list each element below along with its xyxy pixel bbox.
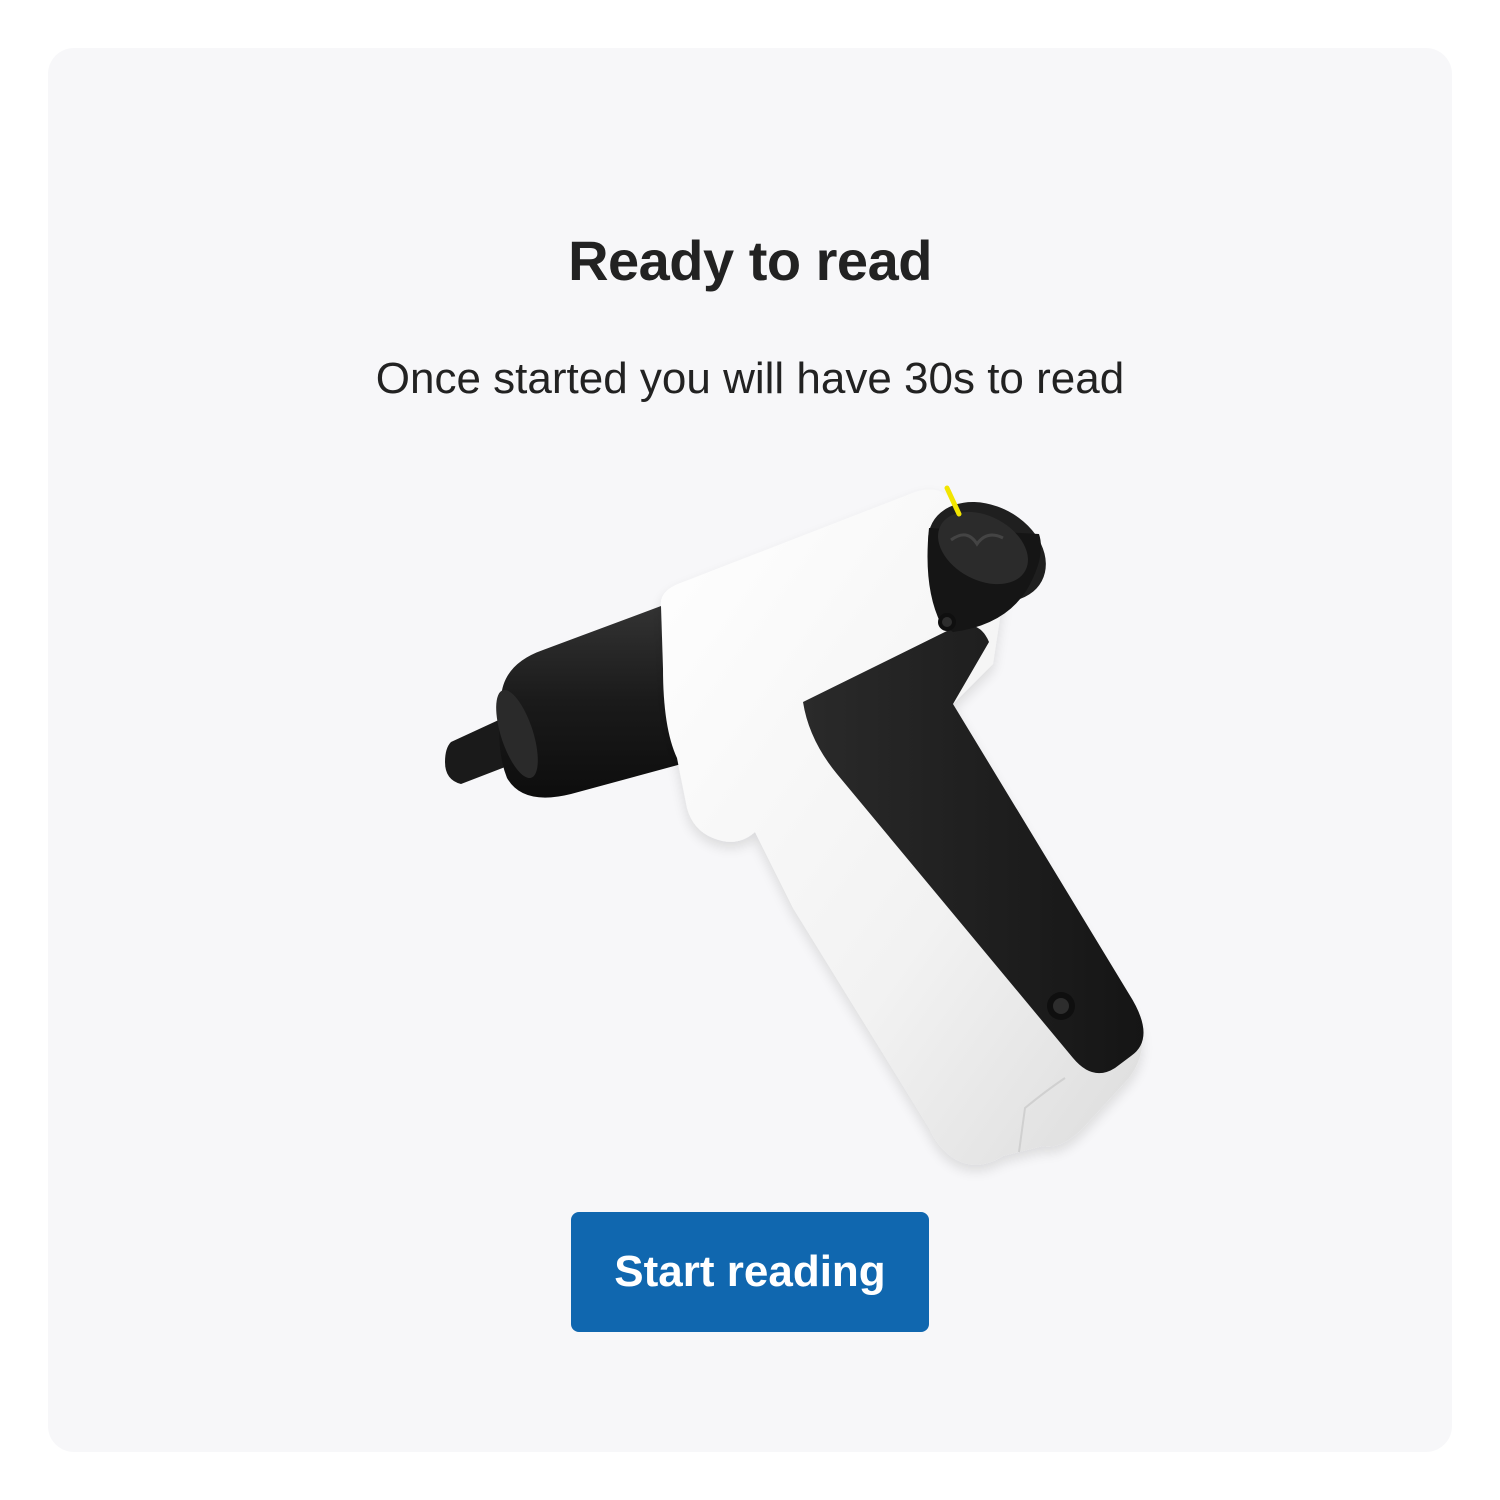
start-reading-button[interactable]: Start reading	[571, 1212, 929, 1332]
page-title: Ready to read	[568, 229, 932, 292]
ready-card: Ready to read Once started you will have…	[48, 48, 1452, 1452]
instruction-text: Once started you will have 30s to read	[375, 354, 1125, 403]
reader-device-image	[445, 485, 1144, 1165]
